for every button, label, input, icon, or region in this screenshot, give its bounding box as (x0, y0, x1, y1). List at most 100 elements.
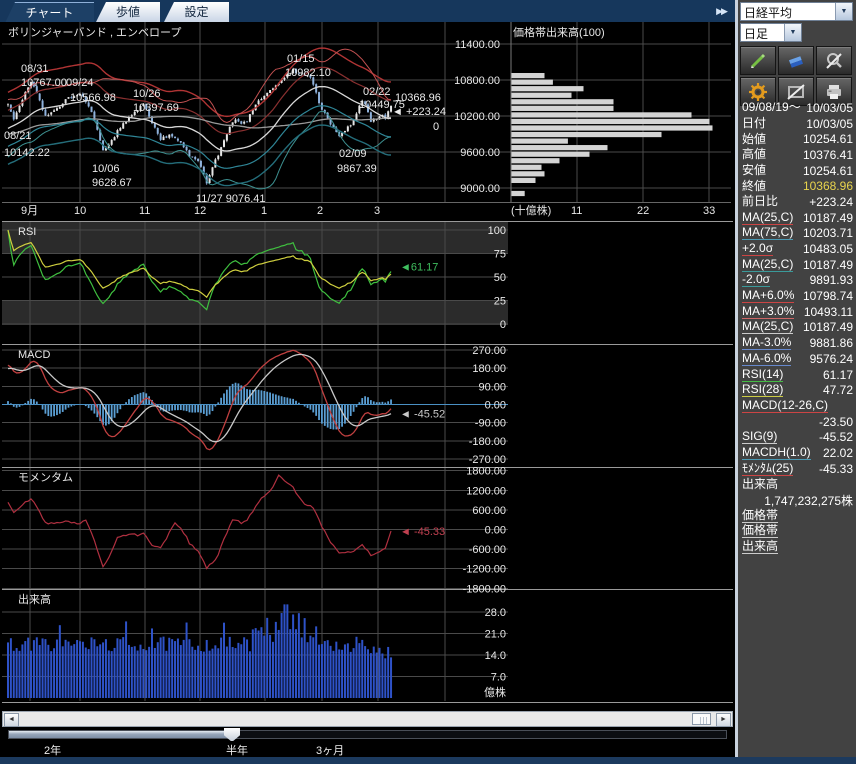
svg-text:2: 2 (317, 205, 323, 217)
scrollbar-thumb[interactable] (692, 713, 711, 725)
scroll-left-button[interactable]: ◄ (4, 713, 19, 727)
indicator-label[interactable]: MA+6.0% (742, 289, 795, 304)
indicator-row: MA(25,C) 10187.49 (738, 320, 856, 336)
indicator-row: 09/08/19～ 10/03/05 (738, 100, 856, 116)
indicator-label[interactable]: MA(25,C) (742, 320, 794, 335)
chart-toolbar (740, 46, 852, 106)
indicator-value: 10203.71 (802, 226, 853, 241)
draw-button[interactable] (740, 46, 776, 75)
svg-text:50: 50 (494, 272, 506, 284)
indicator-row: MACDH(1.0) 22.02 (738, 445, 856, 461)
indicator-label[interactable]: MACDH(1.0) (742, 445, 811, 460)
indicator-label[interactable]: 価格帯 (742, 524, 779, 539)
indicator-label[interactable]: -2.0σ (742, 273, 771, 288)
tab-overflow-button[interactable]: ▶▶ (708, 4, 734, 19)
chart-canvas[interactable]: ボリンジャーバンド , エンベロープ 価格帯出来高(100)11400.00108… (2, 22, 733, 703)
indicator-row: MA(75,C) 10203.71 (738, 226, 856, 242)
range-slider-track[interactable] (8, 730, 727, 739)
indicator-value: 22.02 (822, 445, 853, 460)
indicator-label[interactable]: MA(25,C) (742, 257, 794, 272)
svg-text:02/22: 02/22 (363, 86, 391, 98)
svg-text:◄ -45.52: ◄ -45.52 (400, 409, 445, 421)
svg-text:-90.00: -90.00 (475, 418, 506, 430)
svg-text:11: 11 (571, 205, 582, 217)
indicator-label: 出来高 (742, 476, 779, 491)
svg-text:1800.00: 1800.00 (466, 466, 506, 478)
indicator-value: 10/03/05 (806, 100, 853, 115)
svg-text:10397.69: 10397.69 (133, 102, 179, 114)
indicator-row: -23.50 (738, 414, 856, 430)
tab-tick[interactable]: 歩値 (96, 2, 160, 22)
indicator-label: 終値 (742, 178, 767, 193)
indicator-label[interactable]: MA(25,C) (742, 210, 794, 225)
chevron-down-icon[interactable]: ▼ (784, 24, 801, 41)
indicator-label[interactable]: ﾓﾒﾝﾀﾑ(25) (742, 461, 794, 476)
indicator-value: 10483.05 (802, 242, 853, 257)
svg-text:08/21: 08/21 (4, 130, 32, 142)
horizontal-scrollbar[interactable]: ◄ ► (2, 711, 733, 727)
svg-text:-1800.00: -1800.00 (463, 583, 506, 595)
svg-text:モメンタム: モメンタム (18, 471, 73, 484)
range-slider[interactable] (2, 728, 733, 742)
side-panel: 日経平均 ▼ 日足 ▼ 09/08/19～ 10/03/05 日付 10/03/… (735, 0, 856, 757)
tab-chart[interactable]: チャート (5, 2, 94, 23)
svg-text:10/26: 10/26 (133, 88, 161, 100)
range-slider-thumb[interactable] (224, 728, 240, 742)
timeframe-select-value: 日足 (744, 27, 769, 41)
indicator-row: 出来高 (738, 539, 856, 555)
svg-text:-600.00: -600.00 (469, 544, 506, 556)
eraser-icon (788, 55, 804, 68)
svg-text:1200.00: 1200.00 (466, 485, 506, 497)
indicator-value: 47.72 (822, 383, 853, 398)
indicator-label[interactable]: 出来高 (742, 540, 779, 555)
indicator-row: SIG(9) -45.52 (738, 429, 856, 445)
svg-text:◄ -45.33: ◄ -45.33 (400, 526, 445, 538)
svg-text:0.00: 0.00 (485, 525, 506, 537)
range-labels: 2年 半年 3ヶ月 (2, 741, 733, 757)
range-label-2y[interactable]: 2年 (44, 742, 61, 758)
indicator-label[interactable]: RSI(28) (742, 383, 784, 398)
svg-text:0.00: 0.00 (485, 400, 506, 412)
chevron-down-icon[interactable]: ▼ (835, 3, 852, 20)
indicator-value: 10376.41 (802, 147, 853, 162)
svg-text:◄61.17: ◄61.17 (400, 262, 438, 274)
svg-text:9867.39: 9867.39 (337, 163, 377, 175)
svg-text:10982.10: 10982.10 (285, 67, 331, 79)
indicator-label[interactable]: MA-3.0% (742, 336, 792, 351)
indicator-row: 終値 10368.96 (738, 178, 856, 194)
indicator-value: -23.50 (818, 414, 853, 429)
indicator-value: 10/03/05 (806, 116, 853, 131)
svg-text:10142.22: 10142.22 (4, 147, 50, 159)
indicator-row: +2.0σ 10483.05 (738, 241, 856, 257)
indicator-value: 9881.86 (809, 336, 853, 351)
svg-text:10: 10 (74, 205, 86, 217)
indicator-label[interactable]: RSI(14) (742, 367, 784, 382)
indicator-label: 高値 (742, 147, 767, 162)
svg-text:09/24: 09/24 (66, 77, 94, 89)
tab-settings[interactable]: 設定 (164, 2, 229, 22)
svg-text:億株: 億株 (484, 685, 506, 699)
indicator-label[interactable]: SIG(9) (742, 430, 778, 445)
svg-text:7.0: 7.0 (491, 672, 506, 684)
indicator-label[interactable]: MA-6.0% (742, 351, 792, 366)
scroll-right-button[interactable]: ► (716, 713, 731, 727)
svg-text:-270.00: -270.00 (469, 454, 506, 466)
range-label-3m[interactable]: 3ヶ月 (316, 742, 344, 758)
indicator-label[interactable]: MA+3.0% (742, 304, 795, 319)
svg-text:MACD: MACD (18, 349, 50, 361)
symbol-select[interactable]: 日経平均 ▼ (740, 2, 853, 21)
indicator-row: MA(25,C) 10187.49 (738, 210, 856, 226)
svg-text:11/27 9076.41: 11/27 9076.41 (196, 193, 266, 205)
zoom-off-button[interactable] (816, 46, 852, 75)
erase-button[interactable] (778, 46, 814, 75)
indicator-label[interactable]: MACD(12-26,C) (742, 398, 829, 413)
indicator-label[interactable]: 価格帯 (742, 508, 779, 523)
range-label-6m[interactable]: 半年 (226, 742, 248, 758)
svg-text:9月: 9月 (21, 205, 38, 217)
timeframe-select[interactable]: 日足 ▼ (740, 23, 802, 42)
indicator-label: 日付 (742, 116, 767, 131)
indicator-row: MA+6.0% 10798.74 (738, 288, 856, 304)
indicator-label[interactable]: +2.0σ (742, 242, 774, 257)
indicator-value: -45.33 (818, 461, 853, 476)
indicator-label[interactable]: MA(75,C) (742, 226, 794, 241)
